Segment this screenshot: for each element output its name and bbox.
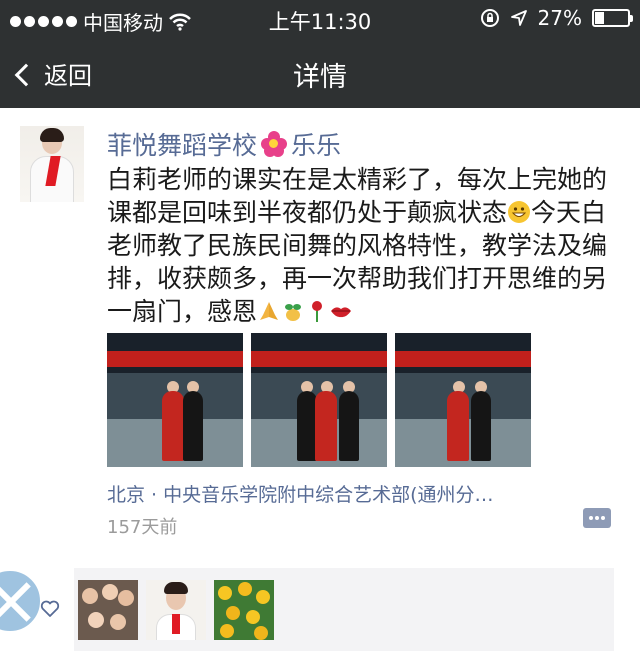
folded-hands-emoji-icon: [260, 302, 279, 320]
heart-outline-icon: [40, 600, 60, 617]
moment-post: 菲悦舞蹈学校 乐乐 白莉老师的课实在是太精彩了，每次上完她的课都是回味到半夜都仍…: [0, 108, 640, 651]
author-name[interactable]: 菲悦舞蹈学校 乐乐: [107, 126, 341, 162]
sunflowers-avatar[interactable]: [214, 580, 274, 640]
comment-button[interactable]: [583, 508, 611, 528]
rotation-lock-icon: [480, 9, 499, 27]
rose-emoji-icon: [312, 301, 323, 322]
post-time: 157天前: [107, 517, 178, 538]
grinning-emoji-icon: [508, 201, 531, 223]
location-arrow-icon: [510, 10, 527, 26]
sprout-emoji-icon: [285, 304, 302, 321]
avatar-hair: [40, 128, 64, 142]
dance-class-photo-3[interactable]: [395, 333, 531, 467]
lips-emoji-icon: [331, 307, 352, 318]
photo-grid: [107, 333, 531, 467]
status-right: 27%: [480, 6, 633, 30]
likes-panel: [74, 568, 614, 651]
group-kids-avatar[interactable]: [78, 580, 138, 640]
hibiscus-emoji-icon: [261, 131, 288, 157]
battery-icon: [592, 9, 633, 27]
battery-percent: 27%: [537, 6, 582, 30]
page-title: 详情: [293, 62, 347, 93]
dance-class-photo-2[interactable]: [251, 333, 387, 467]
author-name-part1: 菲悦舞蹈学校: [107, 131, 258, 160]
battery-fill: [595, 12, 604, 24]
location-link[interactable]: 北京 · 中央音乐学院附中综合艺术部(通州分…: [107, 480, 494, 507]
status-bar: 中国移动 上午11:30 27%: [0, 0, 640, 38]
dance-class-photo-1[interactable]: [107, 333, 243, 467]
author-name-part2: 乐乐: [291, 131, 342, 160]
author-avatar[interactable]: [20, 126, 84, 202]
nav-bar: 返回 详情: [0, 38, 640, 108]
post-text: 白莉老师的课实在是太精彩了，每次上完她的课都是回味到半夜都仍处于颠疯状态 今天白老…: [107, 163, 627, 328]
woman-red-scarf-avatar[interactable]: [146, 580, 206, 640]
compass-icon: [0, 569, 42, 633]
